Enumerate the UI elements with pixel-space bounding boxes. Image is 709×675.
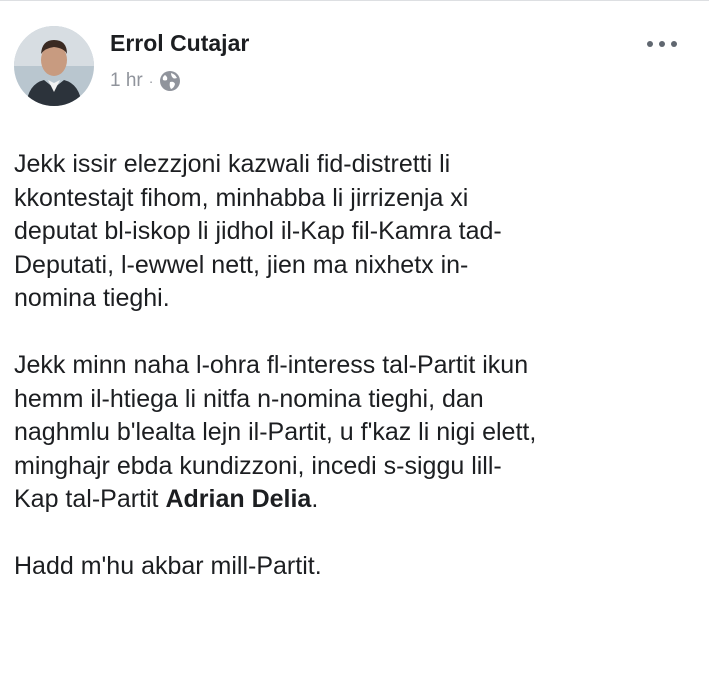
post-time[interactable]: 1 hr	[110, 70, 143, 92]
avatar[interactable]	[14, 26, 94, 106]
ellipsis-icon[interactable]	[642, 34, 682, 54]
post-header: Errol Cutajar 1 hr ·	[14, 26, 694, 106]
meta-separator: ·	[148, 73, 154, 89]
post-paragraph-2-end: .	[311, 485, 319, 513]
post-paragraph-1: Jekk issir elezzjoni kazwali fid-distret…	[14, 150, 502, 312]
top-divider	[0, 0, 709, 1]
mention-link[interactable]: Adrian Delia	[165, 485, 311, 513]
globe-icon[interactable]	[159, 70, 181, 92]
post-meta: 1 hr ·	[110, 70, 181, 92]
post-text: Jekk issir elezzjoni kazwali fid-distret…	[14, 148, 694, 584]
post-paragraph-3: Hadd m'hu akbar mill-Partit.	[14, 552, 322, 580]
post-paragraph-2: Jekk minn naha l-ohra fl-interess tal-Pa…	[14, 349, 694, 517]
author-name[interactable]: Errol Cutajar	[110, 30, 249, 57]
